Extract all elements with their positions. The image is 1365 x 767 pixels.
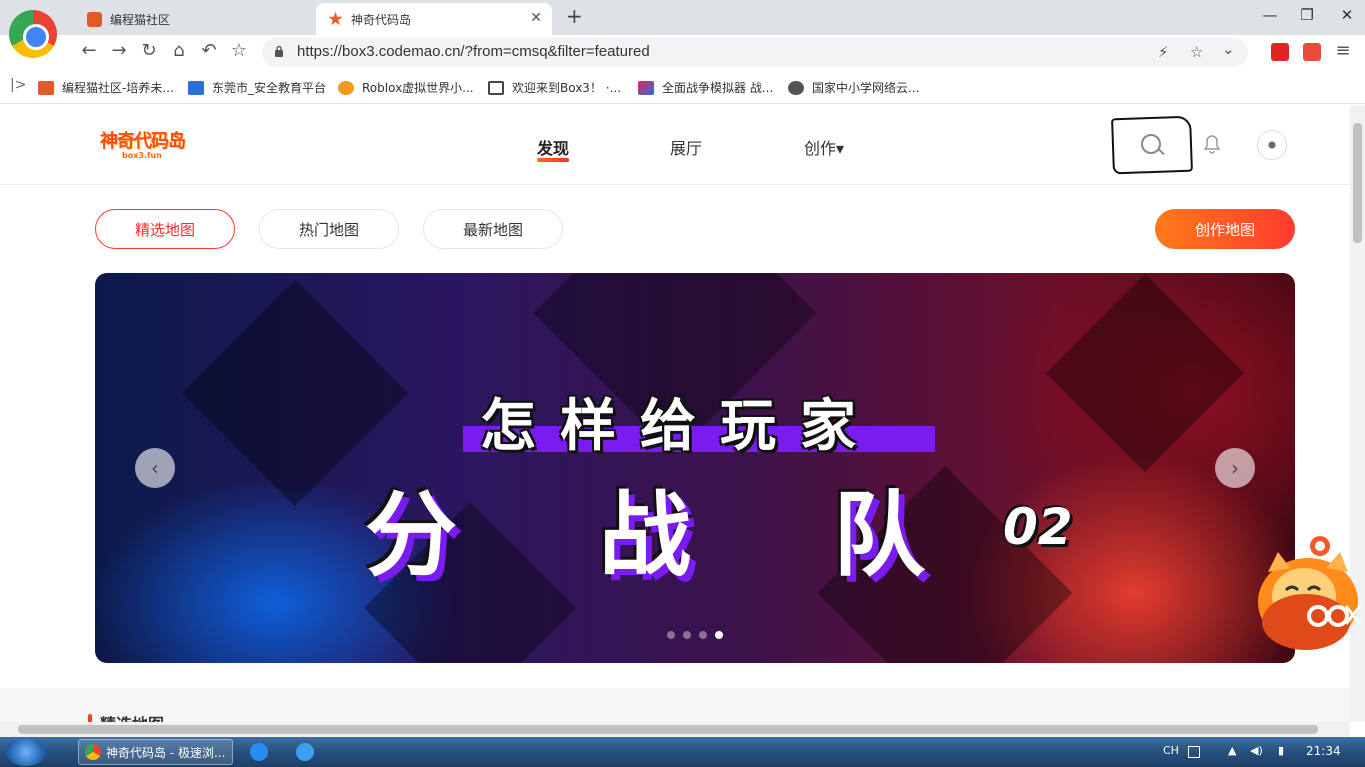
- banner-decoration: [1046, 274, 1244, 472]
- carousel-next-button[interactable]: ›: [1215, 448, 1255, 488]
- banner-title-line1: 怎样给玩家: [480, 394, 880, 459]
- network-icon[interactable]: ▮: [1278, 744, 1284, 757]
- carousel-dot[interactable]: [699, 631, 707, 639]
- browser-tab-bar: 编程猫社区 神奇代码岛 ✕ + — ❐ ✕: [0, 0, 1365, 35]
- roblox-icon: [338, 80, 354, 95]
- back-button[interactable]: ←: [77, 40, 101, 61]
- horizontal-scrollbar[interactable]: [0, 722, 1350, 737]
- box3-favicon-icon: [328, 11, 343, 26]
- nav-hall[interactable]: 展厅: [670, 135, 702, 159]
- bookmark-item[interactable]: 国家中小学网络云...: [788, 79, 919, 96]
- bookmark-label: 全面战争模拟器 战...: [662, 81, 774, 95]
- favorite-star-icon[interactable]: ☆: [1190, 43, 1203, 61]
- horizontal-scroll-thumb[interactable]: [18, 725, 1318, 734]
- book-icon: [488, 80, 504, 95]
- bookmarks-toggle-icon[interactable]: |>: [10, 77, 26, 93]
- web-page: 神奇代码岛 box3.fun 发现 展厅 创作▾ 精选地图 热门地图 最新地图 …: [0, 105, 1350, 722]
- filter-hot-button[interactable]: 热门地图: [259, 209, 399, 249]
- bookmark-label: 东莞市_安全教育平台: [212, 81, 327, 95]
- bookmark-label: 欢迎来到Box3！ ·...: [512, 81, 622, 95]
- bookmark-item[interactable]: 东莞市_安全教育平台: [188, 79, 326, 96]
- logo-subtext: box3.fun: [122, 151, 162, 160]
- menu-icon[interactable]: ≡: [1331, 40, 1355, 61]
- banner-carousel[interactable]: 怎样给玩家 分 战 队 02 ‹ ›: [95, 273, 1295, 663]
- avatar[interactable]: [1257, 130, 1287, 160]
- windows-taskbar: 神奇代码岛 - 极速浏... CH ▲ ◀) ▮ 21:34: [0, 737, 1365, 767]
- address-bar[interactable]: https://box3.codemao.cn/?from=cmsq&filte…: [262, 38, 1248, 67]
- search-icon[interactable]: [1141, 134, 1161, 154]
- bookmark-item[interactable]: Roblox虚拟世界小...: [338, 79, 474, 96]
- section-accent-bar: [88, 714, 92, 722]
- mascot-cat-icon[interactable]: [1256, 532, 1364, 732]
- bookmarks-bar: |> 编程猫社区-培养未... 东莞市_安全教育平台 Roblox虚拟世界小..…: [0, 71, 1365, 104]
- forward-button[interactable]: →: [107, 40, 131, 61]
- bookmark-label: 国家中小学网络云...: [812, 81, 920, 95]
- nav-discover[interactable]: 发现: [537, 135, 569, 159]
- site-header: 神奇代码岛 box3.fun 发现 展厅 创作▾: [0, 105, 1350, 185]
- nav-create[interactable]: 创作▾: [804, 135, 844, 159]
- carousel-dots: [667, 631, 723, 639]
- tab-codemao-community[interactable]: 编程猫社区: [75, 3, 313, 35]
- ime-indicator[interactable]: CH: [1163, 744, 1179, 757]
- home-button[interactable]: ⌂: [167, 40, 191, 61]
- reload-button[interactable]: ↻: [137, 40, 161, 61]
- lock-icon: [275, 45, 283, 57]
- start-button[interactable]: [6, 738, 46, 766]
- minimize-button[interactable]: —: [1255, 6, 1285, 24]
- close-tab-icon[interactable]: ✕: [530, 10, 542, 26]
- bookmark-item[interactable]: 全面战争模拟器 战...: [638, 79, 773, 96]
- taskbar-window-title: 神奇代码岛 - 极速浏...: [106, 745, 226, 760]
- carousel-dot[interactable]: [683, 631, 691, 639]
- bookmark-star-button[interactable]: ☆: [227, 40, 251, 61]
- url-text[interactable]: https://box3.codemao.cn/?from=cmsq&filte…: [297, 43, 650, 60]
- banner-title-line2: 分 战 队: [365, 482, 926, 589]
- tab-box3-active[interactable]: 神奇代码岛 ✕: [316, 3, 552, 35]
- tab-label: 神奇代码岛: [351, 12, 412, 27]
- codemao-icon: [38, 80, 54, 95]
- codemao-favicon-icon: [87, 11, 102, 27]
- carousel-dot[interactable]: [667, 631, 675, 639]
- game-icon: [638, 80, 654, 95]
- mail-icon: [188, 80, 204, 95]
- browser-icon: [85, 744, 101, 760]
- bookmark-label: 编程猫社区-培养未...: [62, 81, 174, 95]
- bell-icon[interactable]: [1203, 134, 1221, 154]
- clock: 21:34: [1306, 744, 1341, 758]
- banner-episode-number: 02: [1003, 498, 1073, 556]
- site-logo[interactable]: 神奇代码岛 box3.fun: [100, 127, 195, 161]
- chevron-down-icon[interactable]: ⌄: [1222, 40, 1235, 58]
- close-window-button[interactable]: ✕: [1332, 6, 1362, 24]
- bookmark-label: Roblox虚拟世界小...: [362, 81, 474, 95]
- feather-app-icon[interactable]: [296, 743, 314, 761]
- k-app-icon[interactable]: [250, 743, 268, 761]
- bolt-icon[interactable]: ⚡: [1158, 43, 1169, 61]
- new-tab-button[interactable]: +: [566, 4, 583, 28]
- show-hidden-icons-icon[interactable]: ▲: [1228, 744, 1236, 757]
- carousel-dot[interactable]: [715, 631, 723, 639]
- filter-featured-button[interactable]: 精选地图: [95, 209, 235, 249]
- extension-game-icon[interactable]: [1271, 43, 1289, 61]
- browser-logo-icon: [9, 10, 57, 58]
- vertical-scroll-thumb[interactable]: [1353, 123, 1362, 243]
- create-map-button[interactable]: 创作地图: [1155, 209, 1295, 249]
- globe-icon: [788, 80, 804, 95]
- keyboard-icon[interactable]: [1188, 746, 1200, 758]
- carousel-prev-button[interactable]: ‹: [135, 448, 175, 488]
- section-background: [0, 688, 1350, 722]
- section-title: 精选地图: [100, 711, 164, 722]
- logo-text: 神奇代码岛: [100, 131, 186, 152]
- filter-new-button[interactable]: 最新地图: [423, 209, 563, 249]
- extension-pdf-icon[interactable]: [1303, 43, 1321, 61]
- browser-toolbar: ← → ↻ ⌂ ↶ ☆ https://box3.codemao.cn/?fro…: [0, 35, 1365, 71]
- restore-button[interactable]: ❐: [1292, 6, 1322, 24]
- volume-icon[interactable]: ◀): [1250, 744, 1263, 757]
- bookmark-item[interactable]: 编程猫社区-培养未...: [38, 79, 174, 96]
- bookmark-item[interactable]: 欢迎来到Box3！ ·...: [488, 79, 621, 96]
- undo-close-button[interactable]: ↶: [197, 40, 221, 61]
- nav-active-indicator: [537, 158, 569, 162]
- tab-label: 编程猫社区: [110, 12, 171, 27]
- taskbar-browser-window[interactable]: 神奇代码岛 - 极速浏...: [78, 739, 233, 765]
